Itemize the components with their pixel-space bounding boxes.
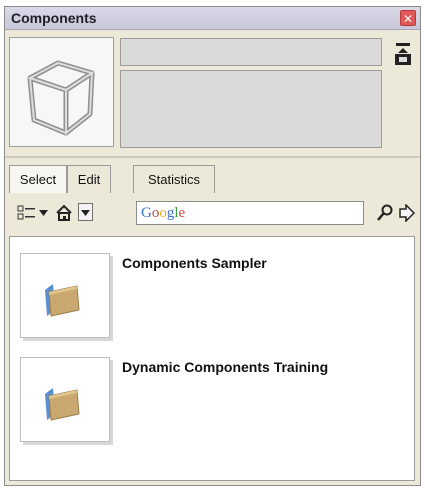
section-divider (5, 156, 420, 158)
titlebar: Components ✕ (5, 7, 420, 30)
view-options-icon[interactable] (17, 204, 37, 222)
folder-icon (45, 284, 80, 317)
list-item[interactable]: Components Sampler (20, 245, 400, 345)
component-name-field[interactable] (120, 38, 382, 66)
component-name: Dynamic Components Training (122, 359, 329, 375)
chevron-down-icon (81, 210, 90, 216)
window-title: Components (11, 10, 97, 26)
search-input[interactable]: Google (136, 201, 364, 225)
tab-statistics[interactable]: Statistics (133, 165, 215, 193)
home-icon[interactable] (55, 204, 73, 222)
component-thumbnail (20, 357, 110, 442)
folder-icon (45, 388, 80, 421)
component-cube-icon (27, 60, 95, 136)
components-list: Components Sampler Dynamic Components Tr… (9, 236, 415, 481)
search-placeholder: Google (141, 205, 186, 221)
load-icon[interactable] (394, 42, 412, 66)
component-toolbar: Google (9, 200, 416, 228)
tab-label: Select (19, 172, 57, 187)
chevron-down-icon[interactable] (39, 210, 48, 216)
tab-label: Edit (77, 172, 101, 187)
arrow-right-icon[interactable] (399, 204, 415, 222)
list-item[interactable]: Dynamic Components Training (20, 349, 400, 449)
components-window: Components ✕ Select Edit Statistics Goog… (4, 6, 421, 486)
magnifier-icon[interactable] (377, 204, 393, 222)
tab-edit[interactable]: Edit (67, 165, 111, 193)
location-dropdown-button[interactable] (78, 203, 93, 221)
component-description-field[interactable] (120, 70, 382, 148)
component-thumbnail (20, 253, 110, 338)
component-name: Components Sampler (122, 255, 267, 271)
component-preview (9, 37, 114, 147)
close-icon[interactable]: ✕ (400, 10, 416, 26)
tab-label: Statistics (147, 172, 200, 187)
tab-select[interactable]: Select (9, 165, 67, 193)
